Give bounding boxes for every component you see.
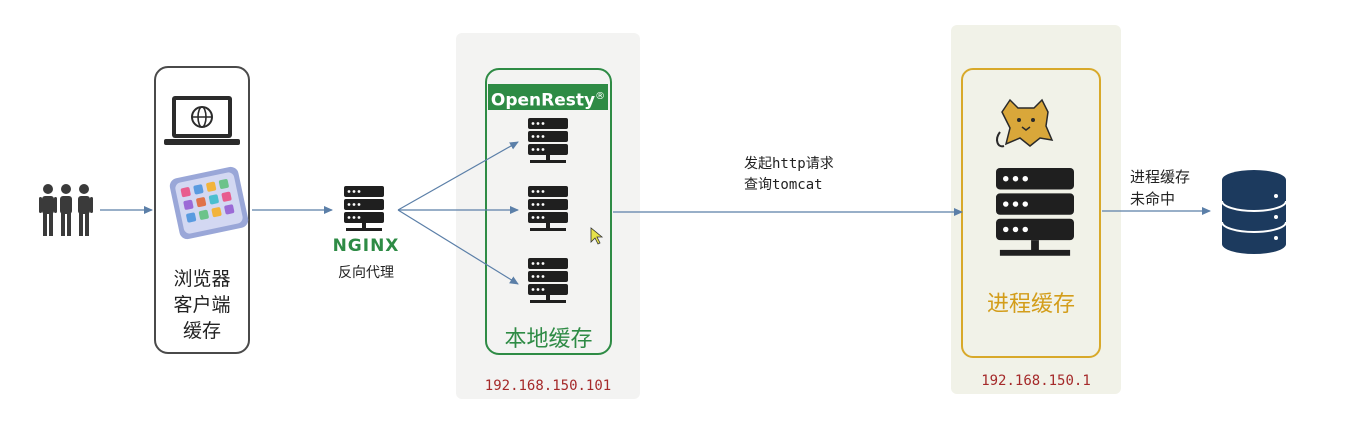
nginx-server-icon — [344, 186, 384, 231]
tomcat-cat-icon — [996, 98, 1054, 148]
users-icon — [39, 184, 93, 236]
openresty-server-3-icon — [528, 258, 568, 303]
database-icon — [1221, 170, 1287, 254]
diagram-graphics — [39, 96, 1287, 303]
smartphone-icon — [169, 166, 249, 240]
openresty-server-2-icon — [528, 186, 568, 231]
laptop-globe-icon — [164, 96, 240, 145]
nginx-to-server-3-arrow — [397, 209, 519, 285]
tomcat-server-icon — [996, 168, 1074, 256]
openresty-server-1-icon — [528, 118, 568, 163]
nginx-to-server-1-arrow — [397, 141, 519, 211]
mouse-cursor-icon — [590, 227, 604, 245]
